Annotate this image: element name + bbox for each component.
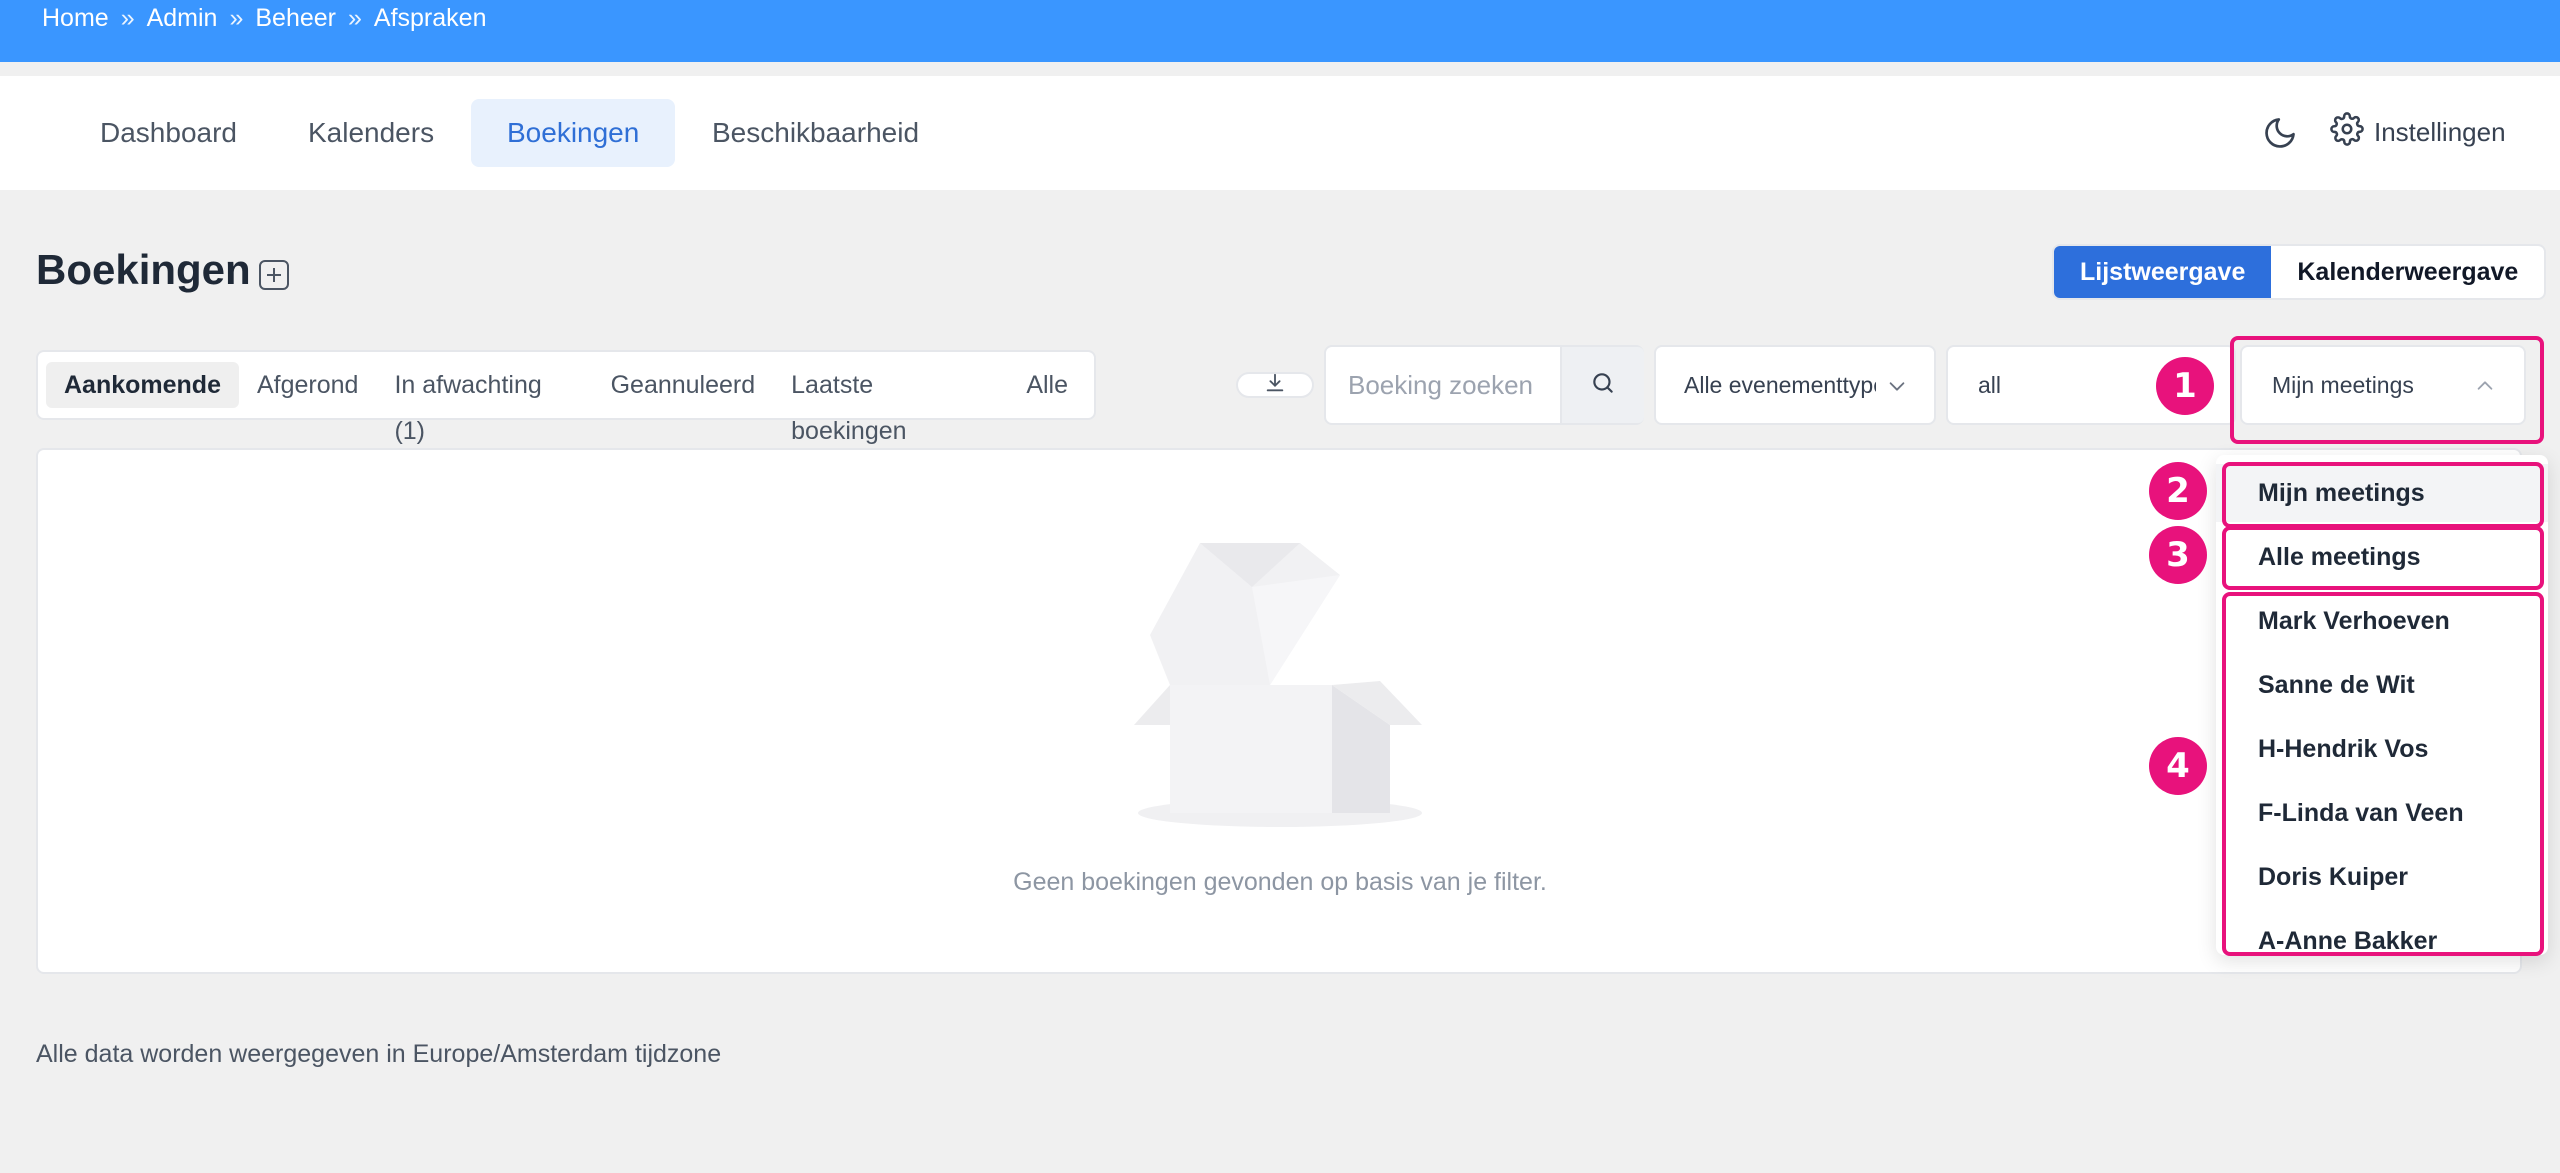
annotation-badge-2: 2 <box>2149 462 2207 520</box>
gear-icon <box>2330 112 2364 153</box>
meetings-option[interactable]: Mijn meetings <box>2216 464 2548 522</box>
event-type-select-value: Alle evenementtype <box>1684 371 1876 398</box>
breadcrumb-beheer[interactable]: Beheer <box>255 4 336 33</box>
settings-label: Instellingen <box>2374 117 2506 147</box>
nav-tab-dashboard[interactable]: Dashboard <box>64 99 273 167</box>
meetings-select-value: Mijn meetings <box>2272 371 2414 398</box>
download-icon <box>1264 372 1286 399</box>
settings-button[interactable]: Instellingen <box>2330 112 2506 153</box>
top-bar: Home » Admin » Beheer » Afspraken <box>0 0 2560 62</box>
breadcrumb-admin[interactable]: Admin <box>147 4 218 33</box>
annotation-badge-1: 1 <box>2156 357 2214 415</box>
download-button[interactable] <box>1236 372 1314 398</box>
moon-icon[interactable] <box>2262 115 2298 156</box>
filter-tab-in-afwachting[interactable]: In afwachting (1) <box>376 362 592 445</box>
main-nav: Dashboard Kalenders Boekingen Beschikbaa… <box>0 76 2560 190</box>
breadcrumb: Home » Admin » Beheer » Afspraken <box>42 4 486 33</box>
status-select-value: all <box>1978 371 2002 398</box>
list-view-button[interactable]: Lijstweergave <box>2054 246 2272 298</box>
search-icon <box>1590 370 1616 401</box>
meetings-option[interactable]: F-Linda van Veen <box>2216 784 2548 842</box>
page-title: Boekingen <box>36 246 251 293</box>
calendar-view-button[interactable]: Kalenderweergave <box>2271 246 2544 298</box>
filter-tab-aankomende[interactable]: Aankomende <box>46 362 239 408</box>
breadcrumb-separator: » <box>120 4 135 32</box>
empty-state-message: Geen boekingen gevonden op basis van je … <box>1013 868 1547 896</box>
timezone-note: Alle data worden weergegeven in Europe/A… <box>36 1040 722 1068</box>
search-input[interactable] <box>1326 347 1560 423</box>
chevron-up-icon <box>2474 375 2496 403</box>
add-booking-icon[interactable] <box>259 260 289 290</box>
meetings-option[interactable]: Sanne de Wit <box>2216 656 2548 714</box>
nav-tab-kalenders[interactable]: Kalenders <box>272 99 470 167</box>
search-button[interactable] <box>1560 347 1644 423</box>
event-type-select[interactable]: Alle evenementtype <box>1654 345 1936 425</box>
meetings-option[interactable]: Alle meetings <box>2216 528 2548 586</box>
empty-box-illustration <box>1130 535 1430 840</box>
search-box <box>1324 345 1644 425</box>
meetings-dropdown-menu: Mijn meetings Alle meetings Mark Verhoev… <box>2216 455 2548 955</box>
breadcrumb-home[interactable]: Home <box>42 4 109 33</box>
annotation-badge-3: 3 <box>2149 526 2207 584</box>
meetings-option[interactable]: Mark Verhoeven <box>2216 592 2548 650</box>
nav-tab-boekingen[interactable]: Boekingen <box>471 99 676 167</box>
filter-tab-laatste-boekingen[interactable]: Laatste boekingen <box>773 362 1008 445</box>
meetings-option[interactable]: H-Hendrik Vos <box>2216 720 2548 778</box>
nav-tab-beschikbaarheid[interactable]: Beschikbaarheid <box>676 99 955 167</box>
meetings-select[interactable]: Mijn meetings <box>2240 345 2526 425</box>
meetings-option[interactable]: Doris Kuiper <box>2216 848 2548 906</box>
filter-tab-afgerond[interactable]: Afgerond <box>239 362 376 408</box>
chevron-down-icon <box>1886 375 1908 403</box>
meetings-option[interactable]: A-Anne Bakker <box>2216 912 2548 955</box>
breadcrumb-separator: » <box>348 4 362 32</box>
filter-tab-alle[interactable]: Alle <box>1008 362 1086 408</box>
booking-filter-tabs: Aankomende Afgerond In afwachting (1) Ge… <box>36 350 1096 445</box>
view-switch: Lijstweergave Kalenderweergave <box>2052 244 2547 300</box>
breadcrumb-afspraken[interactable]: Afspraken <box>374 4 487 33</box>
filter-tab-geannuleerd[interactable]: Geannuleerd <box>593 362 774 408</box>
breadcrumb-separator: » <box>229 4 244 32</box>
annotation-badge-4: 4 <box>2149 737 2207 795</box>
